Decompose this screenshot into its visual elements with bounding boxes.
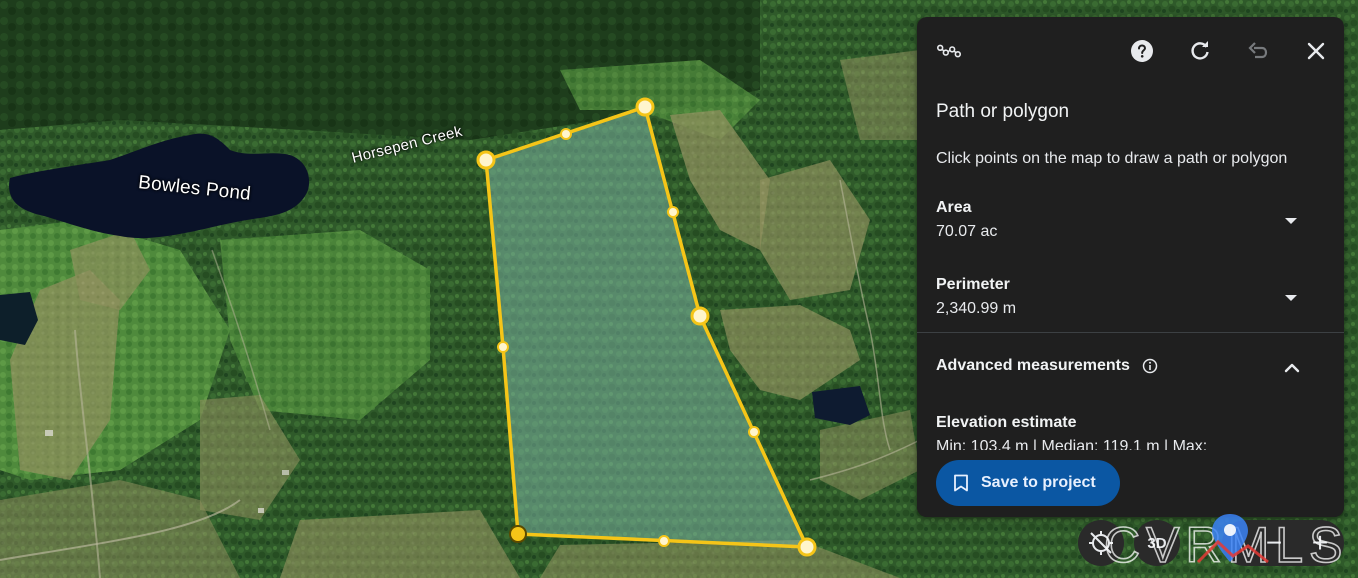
3d-label: 3D [1147, 534, 1167, 552]
elevation-metric[interactable]: Elevation estimate Min: 103.4 m | Median… [917, 412, 1344, 454]
help-icon[interactable] [1130, 39, 1154, 63]
polygon-vertex[interactable] [690, 306, 710, 326]
polygon-midpoint[interactable] [748, 426, 760, 438]
polygon-midpoint[interactable] [658, 535, 670, 547]
polygon-vertex[interactable] [476, 150, 496, 170]
perimeter-unit-dropdown-icon[interactable] [1283, 290, 1299, 306]
advanced-measurements-label: Advanced measurements [936, 357, 1130, 374]
area-metric[interactable]: Area 70.07 ac [917, 199, 1344, 257]
panel-toolbar [917, 17, 1344, 85]
perimeter-value: 2,340.99 m [936, 300, 1017, 317]
area-value: 70.07 ac [936, 223, 998, 240]
zoom-in-button[interactable]: + [1292, 520, 1348, 566]
advanced-measurements-toggle[interactable]: Advanced measurements [917, 355, 1344, 381]
panel-footer: Save to project [917, 450, 1344, 517]
save-to-project-label: Save to project [981, 474, 1096, 491]
refresh-icon[interactable] [1188, 39, 1212, 63]
area-unit-dropdown-icon[interactable] [1283, 213, 1299, 229]
polygon-vertex-selected[interactable] [509, 525, 527, 543]
perimeter-metric[interactable]: Perimeter 2,340.99 m [917, 276, 1344, 334]
info-icon[interactable] [1142, 358, 1158, 374]
elevation-label: Elevation estimate [936, 414, 1077, 431]
panel-instructions: Click points on the map to draw a path o… [936, 150, 1288, 167]
measurement-panel: Path or polygon Click points on the map … [917, 17, 1344, 517]
close-icon[interactable] [1304, 39, 1328, 63]
section-divider [917, 332, 1344, 333]
polygon-vertex[interactable] [635, 97, 655, 117]
bookmark-icon [954, 474, 968, 492]
perimeter-label: Perimeter [936, 276, 1010, 293]
save-to-project-button[interactable]: Save to project [936, 460, 1120, 506]
compass-off-icon[interactable] [1078, 520, 1124, 566]
undo-icon[interactable] [1246, 39, 1270, 63]
area-label: Area [936, 199, 972, 216]
chevron-up-icon[interactable] [1283, 359, 1301, 377]
polygon-midpoint[interactable] [497, 341, 509, 353]
polygon-midpoint[interactable] [667, 206, 679, 218]
polygon-vertex[interactable] [797, 537, 817, 557]
3d-toggle-button[interactable]: 3D [1134, 520, 1180, 566]
path-polygon-icon[interactable] [937, 39, 961, 63]
polygon-midpoint[interactable] [560, 128, 572, 140]
zoom-controls: − + [1222, 520, 1344, 566]
panel-title: Path or polygon [936, 101, 1070, 122]
